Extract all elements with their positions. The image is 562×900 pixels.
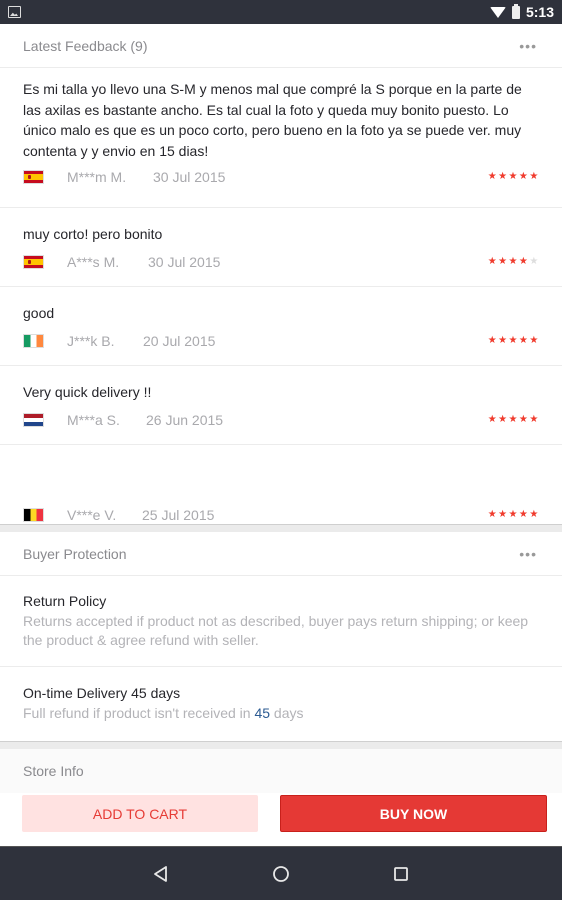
delivery-desc-suffix: days bbox=[270, 705, 304, 721]
star-filled-icon: ★ bbox=[518, 255, 528, 267]
recents-button[interactable] bbox=[341, 847, 461, 900]
reviewer-name: M***m M. bbox=[67, 169, 127, 186]
rating-stars: ★ ★ ★ ★ ★ bbox=[487, 508, 539, 520]
review-meta: A***s M. 30 Jul 2015 ★ ★ ★ ★ ★ bbox=[23, 251, 539, 273]
star-filled-icon: ★ bbox=[508, 334, 518, 346]
store-info-title: Store Info bbox=[23, 763, 84, 779]
review-meta: V***e V. 25 Jul 2015 ★ ★ ★ ★ ★ bbox=[23, 504, 539, 526]
star-filled-icon: ★ bbox=[487, 334, 497, 346]
rating-stars: ★ ★ ★ ★ ★ bbox=[487, 413, 539, 425]
flag-ireland-icon bbox=[23, 333, 44, 348]
action-bar: ADD TO CART BUY NOW bbox=[0, 787, 562, 845]
flag-belgium-icon bbox=[23, 507, 44, 522]
home-icon bbox=[273, 865, 289, 882]
reviewer-name: V***e V. bbox=[67, 506, 117, 523]
star-filled-icon: ★ bbox=[498, 171, 508, 183]
star-filled-icon: ★ bbox=[498, 255, 508, 267]
delivery-description: Full refund if product isn't received in… bbox=[23, 704, 539, 723]
reviewer-name: A***s M. bbox=[67, 253, 120, 270]
return-policy-description: Returns accepted if product not as descr… bbox=[23, 613, 529, 648]
flag-netherlands-icon bbox=[23, 412, 44, 427]
review-item: V***e V. 25 Jul 2015 ★ ★ ★ ★ ★ bbox=[0, 445, 562, 524]
reviewer-name: M***a S. bbox=[67, 411, 120, 428]
flag-spain-icon bbox=[23, 170, 44, 185]
review-meta: M***a S. 26 Jun 2015 ★ ★ ★ ★ ★ bbox=[23, 409, 539, 431]
star-filled-icon: ★ bbox=[518, 334, 528, 346]
review-date: 30 Jul 2015 bbox=[148, 253, 221, 270]
star-filled-icon: ★ bbox=[487, 171, 497, 183]
status-icons: 5:13 bbox=[489, 3, 554, 20]
buyer-protection-header[interactable]: Buyer Protection ••• bbox=[0, 532, 562, 576]
review-text: Es mi talla yo llevo una S-M y menos mal… bbox=[23, 81, 522, 159]
review-meta: J***k B. 20 Jul 2015 ★ ★ ★ ★ ★ bbox=[23, 330, 539, 352]
star-filled-icon: ★ bbox=[529, 334, 539, 346]
review-text: muy corto! pero bonito bbox=[23, 226, 163, 242]
star-filled-icon: ★ bbox=[487, 508, 497, 520]
on-time-delivery: On-time Delivery 45 days Full refund if … bbox=[0, 667, 562, 741]
section-divider bbox=[0, 741, 562, 749]
star-filled-icon: ★ bbox=[508, 508, 518, 520]
feedback-header[interactable]: Latest Feedback (9) ••• bbox=[0, 24, 562, 68]
star-filled-icon: ★ bbox=[508, 171, 518, 183]
section-divider bbox=[0, 524, 562, 532]
review-date: 30 Jul 2015 bbox=[153, 169, 226, 186]
return-policy-title: Return Policy bbox=[23, 593, 107, 609]
feedback-title: Latest Feedback (9) bbox=[23, 37, 148, 54]
star-filled-icon: ★ bbox=[508, 413, 518, 425]
star-filled-icon: ★ bbox=[518, 413, 528, 425]
buyer-protection-card: Buyer Protection ••• Return Policy Retur… bbox=[0, 532, 562, 741]
navigation-bar bbox=[0, 846, 562, 900]
star-filled-icon: ★ bbox=[518, 508, 528, 520]
star-filled-icon: ★ bbox=[508, 255, 518, 267]
more-horizontal-icon[interactable]: ••• bbox=[519, 547, 537, 561]
page-content: Latest Feedback (9) ••• Es mi talla yo l… bbox=[0, 24, 562, 893]
clock: 5:13 bbox=[525, 4, 554, 20]
review-item: Very quick delivery !! M***a S. 26 Jun 2… bbox=[0, 366, 562, 445]
review-text bbox=[23, 461, 539, 482]
star-filled-icon: ★ bbox=[529, 508, 539, 520]
star-filled-icon: ★ bbox=[498, 334, 508, 346]
wifi-icon bbox=[489, 6, 506, 18]
recents-icon bbox=[394, 866, 408, 881]
delivery-days: 45 bbox=[254, 705, 271, 721]
review-date: 26 Jun 2015 bbox=[146, 411, 224, 428]
star-filled-icon: ★ bbox=[487, 413, 497, 425]
rating-stars: ★ ★ ★ ★ ★ bbox=[487, 334, 539, 346]
star-filled-icon: ★ bbox=[529, 413, 539, 425]
review-date: 20 Jul 2015 bbox=[143, 332, 216, 349]
more-horizontal-icon[interactable]: ••• bbox=[519, 39, 537, 53]
star-filled-icon: ★ bbox=[498, 508, 508, 520]
buyer-protection-title: Buyer Protection bbox=[23, 545, 127, 562]
review-text: Very quick delivery !! bbox=[23, 384, 152, 400]
review-item: good J***k B. 20 Jul 2015 ★ ★ ★ ★ ★ bbox=[0, 287, 562, 366]
review-text: good bbox=[23, 305, 55, 321]
rating-stars: ★ ★ ★ ★ ★ bbox=[487, 255, 539, 267]
delivery-title: On-time Delivery 45 days bbox=[23, 685, 181, 701]
star-filled-icon: ★ bbox=[487, 255, 497, 267]
star-empty-icon: ★ bbox=[529, 255, 539, 267]
buy-now-button[interactable]: BUY NOW bbox=[280, 795, 547, 832]
review-meta: M***m M. 30 Jul 2015 ★ ★ ★ ★ ★ bbox=[23, 166, 539, 188]
flag-spain-icon bbox=[23, 254, 44, 269]
feedback-card: Latest Feedback (9) ••• Es mi talla yo l… bbox=[0, 24, 562, 524]
review-date: 25 Jul 2015 bbox=[142, 506, 215, 523]
reviewer-name: J***k B. bbox=[67, 332, 115, 349]
gallery-icon bbox=[8, 6, 21, 18]
home-button[interactable] bbox=[221, 847, 341, 900]
review-item: Es mi talla yo llevo una S-M y menos mal… bbox=[0, 68, 562, 208]
star-filled-icon: ★ bbox=[498, 413, 508, 425]
back-button[interactable] bbox=[101, 847, 221, 900]
add-to-cart-button[interactable]: ADD TO CART bbox=[22, 795, 258, 832]
review-item: muy corto! pero bonito A***s M. 30 Jul 2… bbox=[0, 208, 562, 287]
status-bar: 5:13 bbox=[0, 0, 562, 24]
screen: 5:13 Latest Feedback (9) ••• Es mi talla… bbox=[0, 0, 562, 900]
battery-charging-icon bbox=[511, 3, 520, 19]
star-filled-icon: ★ bbox=[518, 171, 528, 183]
return-policy: Return Policy Returns accepted if produc… bbox=[0, 576, 562, 667]
star-filled-icon: ★ bbox=[529, 171, 539, 183]
rating-stars: ★ ★ ★ ★ ★ bbox=[487, 172, 539, 182]
back-icon bbox=[154, 865, 167, 882]
delivery-desc-prefix: Full refund if product isn't received in bbox=[23, 705, 255, 721]
